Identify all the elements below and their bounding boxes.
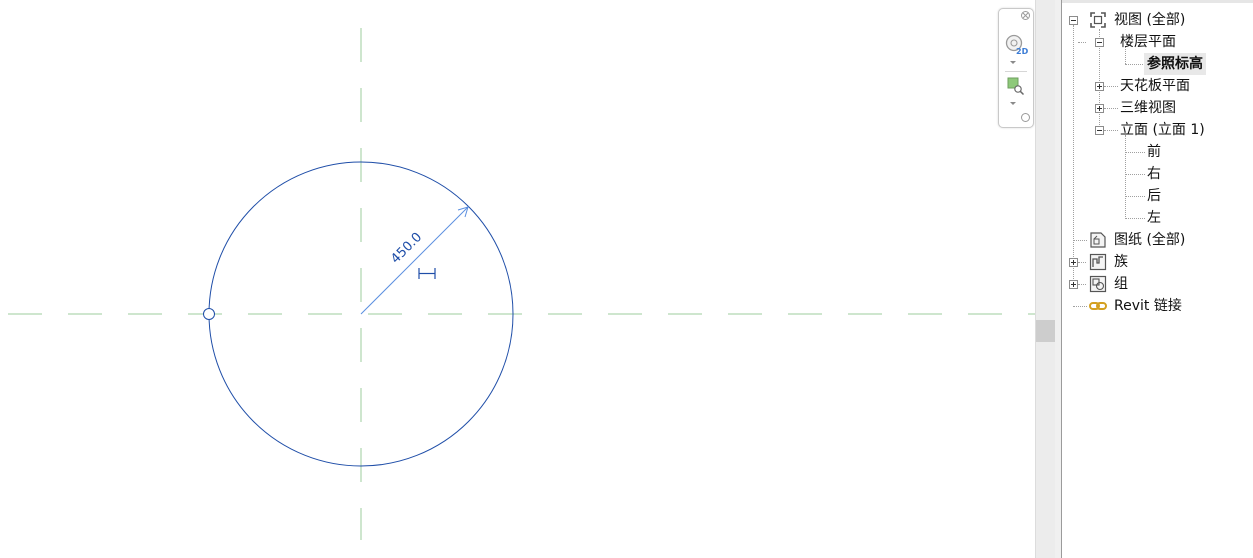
navbar-close-icon[interactable] <box>1021 11 1030 20</box>
collapse-icon[interactable] <box>1069 16 1078 25</box>
tree-item-label: 后 <box>1147 188 1161 204</box>
tree-item-label: 右 <box>1147 166 1161 182</box>
steering-wheel-dropdown-icon[interactable] <box>1010 61 1016 64</box>
expand-icon[interactable] <box>1069 258 1078 267</box>
tree-connector <box>1125 152 1145 153</box>
tree-item-label: 前 <box>1147 144 1161 160</box>
navigation-bar[interactable]: 2D <box>998 8 1034 128</box>
project-browser: 视图 (全部) 楼层平面 参照标高 天花板平面 三维视图 立面 (立面 1) 前 <box>1062 0 1253 558</box>
sheets-icon <box>1089 231 1107 249</box>
zoom-dropdown-icon[interactable] <box>1010 102 1016 105</box>
tree-item-label: 图纸 (全部) <box>1114 232 1186 248</box>
drawing-svg: 450.0 <box>8 28 1035 540</box>
tree-item-label: 左 <box>1147 210 1161 226</box>
tree-connector <box>1073 25 1074 285</box>
groups-icon <box>1089 275 1107 293</box>
revit-window: 450.0 2D 视图 (全部) 楼层平面 参照标高 天花板平面 三维视图 立面… <box>0 0 1253 558</box>
tree-connector <box>1125 196 1145 197</box>
tree-item-label: Revit 链接 <box>1114 298 1182 314</box>
expand-icon[interactable] <box>1095 104 1104 113</box>
tree-item-label: 立面 (立面 1) <box>1120 122 1205 138</box>
tree-connector <box>1078 42 1086 43</box>
tree-connector <box>1125 174 1145 175</box>
collapse-icon[interactable] <box>1095 38 1104 47</box>
views-icon <box>1089 11 1107 29</box>
circle-drag-grip[interactable] <box>203 308 215 320</box>
expand-icon[interactable] <box>1095 82 1104 91</box>
families-icon <box>1089 253 1107 271</box>
tree-item-label: 组 <box>1114 276 1128 292</box>
tree-connector <box>1125 218 1145 219</box>
panel-splitter[interactable] <box>1055 0 1062 558</box>
radius-dimension-line[interactable] <box>360 206 469 315</box>
expand-icon[interactable] <box>1069 280 1078 289</box>
tree-connector <box>1073 240 1087 241</box>
drawing-canvas[interactable]: 450.0 2D <box>0 0 1035 558</box>
tree-connector <box>1125 135 1126 219</box>
tree-item-label: 视图 (全部) <box>1114 12 1186 28</box>
tree-item-label: 参照标高 <box>1144 53 1206 75</box>
svg-text:2D: 2D <box>1016 47 1028 56</box>
tree-connector <box>1104 130 1118 131</box>
tree-item-label: 楼层平面 <box>1120 34 1176 50</box>
tree-item-label: 三维视图 <box>1120 100 1176 116</box>
tree-connector <box>1125 64 1145 65</box>
scrollbar-thumb[interactable] <box>1036 320 1055 342</box>
tree-connector <box>1078 262 1086 263</box>
zoom-region-icon[interactable] <box>1004 75 1028 99</box>
tree-item-label: 族 <box>1114 254 1128 270</box>
tree-connector <box>1073 306 1087 307</box>
tree-connector <box>1078 284 1086 285</box>
steering-wheel-2d-icon[interactable]: 2D <box>1004 33 1028 57</box>
browser-top-border <box>1062 0 1253 3</box>
tree-connector <box>1104 108 1118 109</box>
collapse-icon[interactable] <box>1095 126 1104 135</box>
navbar-separator <box>1005 71 1027 72</box>
drag-text-control-icon[interactable] <box>418 268 436 279</box>
tree-item-label: 天花板平面 <box>1120 78 1190 94</box>
canvas-vertical-scrollbar[interactable] <box>1035 0 1055 558</box>
revit-links-icon <box>1089 297 1107 315</box>
tree-connector <box>1104 86 1118 87</box>
radius-dimension-text[interactable]: 450.0 <box>388 230 425 267</box>
navbar-options-icon[interactable] <box>1021 113 1030 122</box>
